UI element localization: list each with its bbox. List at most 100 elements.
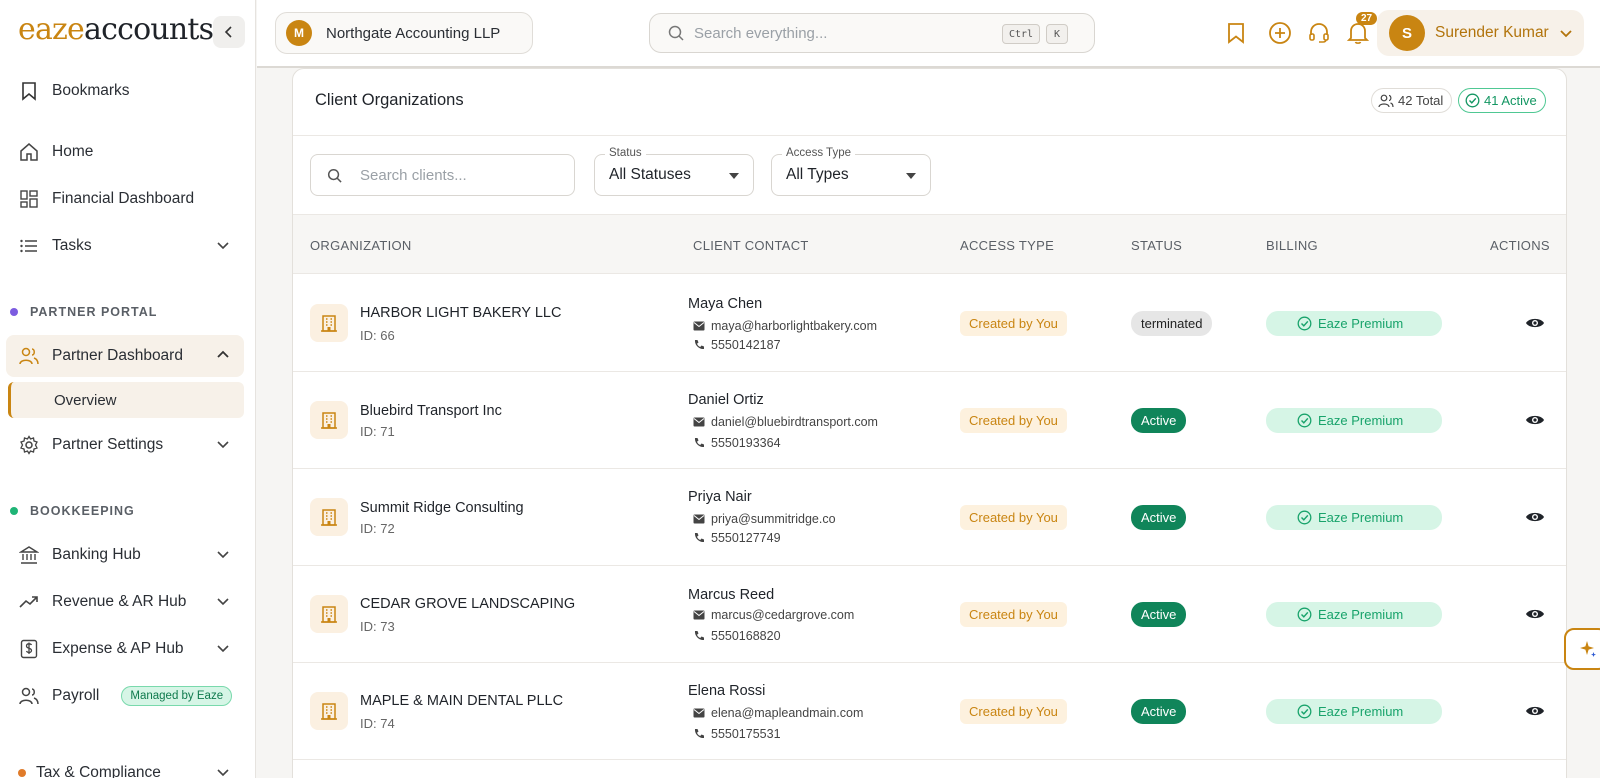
- contact-phone: 5550127749: [693, 531, 781, 545]
- client-search[interactable]: [310, 154, 575, 196]
- org-id: ID: 74: [360, 716, 395, 731]
- billing-text: Eaze Premium: [1318, 510, 1404, 525]
- status-badge: Active: [1131, 699, 1187, 724]
- global-search-input[interactable]: [694, 24, 994, 42]
- sidebar-item-financial-dashboard[interactable]: Financial Dashboard: [6, 178, 244, 220]
- column-header-billing[interactable]: BILLING: [1266, 238, 1318, 253]
- org-name[interactable]: Summit Ridge Consulting: [360, 500, 524, 516]
- org-id: ID: 72: [360, 521, 395, 536]
- brand-logo[interactable]: eazeaccounts: [18, 12, 214, 47]
- org-id: ID: 71: [360, 424, 395, 439]
- logo-prefix: eaze: [18, 12, 85, 47]
- notification-count-badge: 27: [1356, 12, 1378, 25]
- view-eye-icon[interactable]: [1524, 702, 1546, 720]
- view-eye-icon[interactable]: [1524, 411, 1546, 429]
- section-label-partner-portal: PARTNER PORTAL: [10, 305, 157, 319]
- sidebar: eazeaccounts Bookmarks Home Financial Da…: [0, 0, 256, 778]
- view-eye-icon[interactable]: [1524, 314, 1546, 332]
- column-header-organization[interactable]: ORGANIZATION: [310, 238, 412, 253]
- org-name[interactable]: Bluebird Transport Inc: [360, 403, 502, 419]
- contact-email-text: priya@summitridge.co: [711, 512, 836, 526]
- check-circle-icon: [1297, 413, 1312, 428]
- phone-icon: [694, 438, 704, 448]
- caret-down-icon: [729, 173, 739, 179]
- bank-icon: [18, 544, 40, 566]
- managed-badge: Managed by Eaze: [121, 686, 233, 706]
- support-button[interactable]: [1306, 20, 1332, 46]
- sidebar-item-expense-hub[interactable]: Expense & AP Hub: [6, 628, 244, 670]
- users-icon: [1378, 94, 1394, 107]
- contact-phone-text: 5550175531: [711, 727, 781, 741]
- view-eye-icon[interactable]: [1524, 605, 1546, 623]
- sidebar-subitem-overview[interactable]: Overview: [8, 382, 244, 418]
- org-name[interactable]: MAPLE & MAIN DENTAL PLLC: [360, 693, 563, 709]
- contact-name: Priya Nair: [688, 489, 752, 505]
- column-header-access-type[interactable]: ACCESS TYPE: [960, 238, 1054, 253]
- add-button[interactable]: [1267, 20, 1293, 46]
- trending-up-icon: [18, 591, 40, 613]
- billing-text: Eaze Premium: [1318, 316, 1404, 331]
- dollar-receipt-icon: [18, 638, 40, 660]
- sidebar-subitem-label: Overview: [54, 391, 117, 409]
- organization-switcher[interactable]: M Northgate Accounting LLP: [275, 12, 533, 54]
- sidebar-item-bookmarks[interactable]: Bookmarks: [6, 70, 244, 112]
- table-row[interactable]: HARBOR LIGHT BAKERY LLC ID: 66 Maya Chen…: [293, 275, 1566, 372]
- status-badge: Active: [1131, 602, 1187, 627]
- contact-email: daniel@bluebirdtransport.com: [693, 415, 878, 429]
- bookmark-icon: [18, 80, 40, 102]
- sidebar-item-label: Tax & Compliance: [36, 764, 161, 778]
- client-organizations-card: Client Organizations 42 Total 41 Active …: [292, 68, 1567, 778]
- global-search[interactable]: Ctrl K: [649, 13, 1095, 53]
- org-name[interactable]: HARBOR LIGHT BAKERY LLC: [360, 305, 561, 321]
- sidebar-item-payroll[interactable]: Payroll Managed by Eaze: [6, 675, 244, 717]
- mail-icon: [693, 708, 705, 718]
- access-type-filter[interactable]: Access Type All Types: [771, 147, 931, 196]
- column-header-actions: ACTIONS: [1490, 238, 1550, 253]
- sidebar-item-banking-hub[interactable]: Banking Hub: [6, 534, 244, 576]
- user-avatar: S: [1389, 15, 1425, 51]
- table-row[interactable]: Summit Ridge Consulting ID: 72 Priya Nai…: [293, 469, 1566, 566]
- collapse-sidebar-button[interactable]: [213, 16, 245, 48]
- bookmark-button[interactable]: [1223, 20, 1249, 46]
- view-eye-icon[interactable]: [1524, 508, 1546, 526]
- active-count-pill: 41 Active: [1458, 88, 1546, 113]
- column-header-contact[interactable]: CLIENT CONTACT: [693, 238, 809, 253]
- billing-text: Eaze Premium: [1318, 607, 1404, 622]
- billing-badge: Eaze Premium: [1266, 602, 1442, 627]
- active-count-text: 41 Active: [1484, 93, 1537, 108]
- org-name[interactable]: CEDAR GROVE LANDSCAPING: [360, 596, 575, 612]
- sidebar-item-partner-dashboard[interactable]: Partner Dashboard: [6, 335, 244, 377]
- sidebar-item-label: Revenue & AR Hub: [52, 593, 187, 610]
- sidebar-item-home[interactable]: Home: [6, 131, 244, 173]
- table-header: ORGANIZATION CLIENT CONTACT ACCESS TYPE …: [293, 214, 1566, 274]
- contact-email-text: elena@mapleandmain.com: [711, 706, 864, 720]
- sidebar-item-revenue-hub[interactable]: Revenue & AR Hub: [6, 581, 244, 623]
- section-label-text: PARTNER PORTAL: [30, 305, 158, 319]
- contact-phone-text: 5550142187: [711, 338, 781, 352]
- table-row[interactable]: MAPLE & MAIN DENTAL PLLC ID: 74 Elena Ro…: [293, 663, 1566, 760]
- client-search-input[interactable]: [360, 166, 560, 184]
- contact-name: Marcus Reed: [688, 587, 775, 603]
- sidebar-item-label: Home: [52, 143, 94, 160]
- home-icon: [18, 141, 40, 163]
- headset-icon: [1309, 23, 1329, 43]
- billing-text: Eaze Premium: [1318, 413, 1404, 428]
- sidebar-item-tax-compliance[interactable]: Tax & Compliance: [6, 752, 244, 778]
- phone-icon: [694, 631, 704, 641]
- user-menu[interactable]: S Surender Kumar: [1377, 10, 1584, 56]
- chevron-down-icon: [217, 645, 229, 653]
- building-icon: [310, 595, 348, 633]
- table-row[interactable]: Bluebird Transport Inc ID: 71 Daniel Ort…: [293, 372, 1566, 469]
- column-header-status[interactable]: STATUS: [1131, 238, 1182, 253]
- sidebar-item-tasks[interactable]: Tasks: [6, 225, 244, 267]
- sidebar-item-label: Bookmarks: [52, 82, 130, 99]
- contact-email: elena@mapleandmain.com: [693, 706, 863, 720]
- contact-name: Daniel Ortiz: [688, 392, 764, 408]
- building-icon: [310, 498, 348, 536]
- table-row[interactable]: CEDAR GROVE LANDSCAPING ID: 73 Marcus Re…: [293, 566, 1566, 663]
- access-type-badge: Created by You: [960, 408, 1067, 433]
- users-icon: [18, 685, 40, 707]
- status-filter[interactable]: Status All Statuses: [594, 147, 754, 196]
- sidebar-item-partner-settings[interactable]: Partner Settings: [6, 424, 244, 466]
- ai-assistant-button[interactable]: [1564, 628, 1600, 670]
